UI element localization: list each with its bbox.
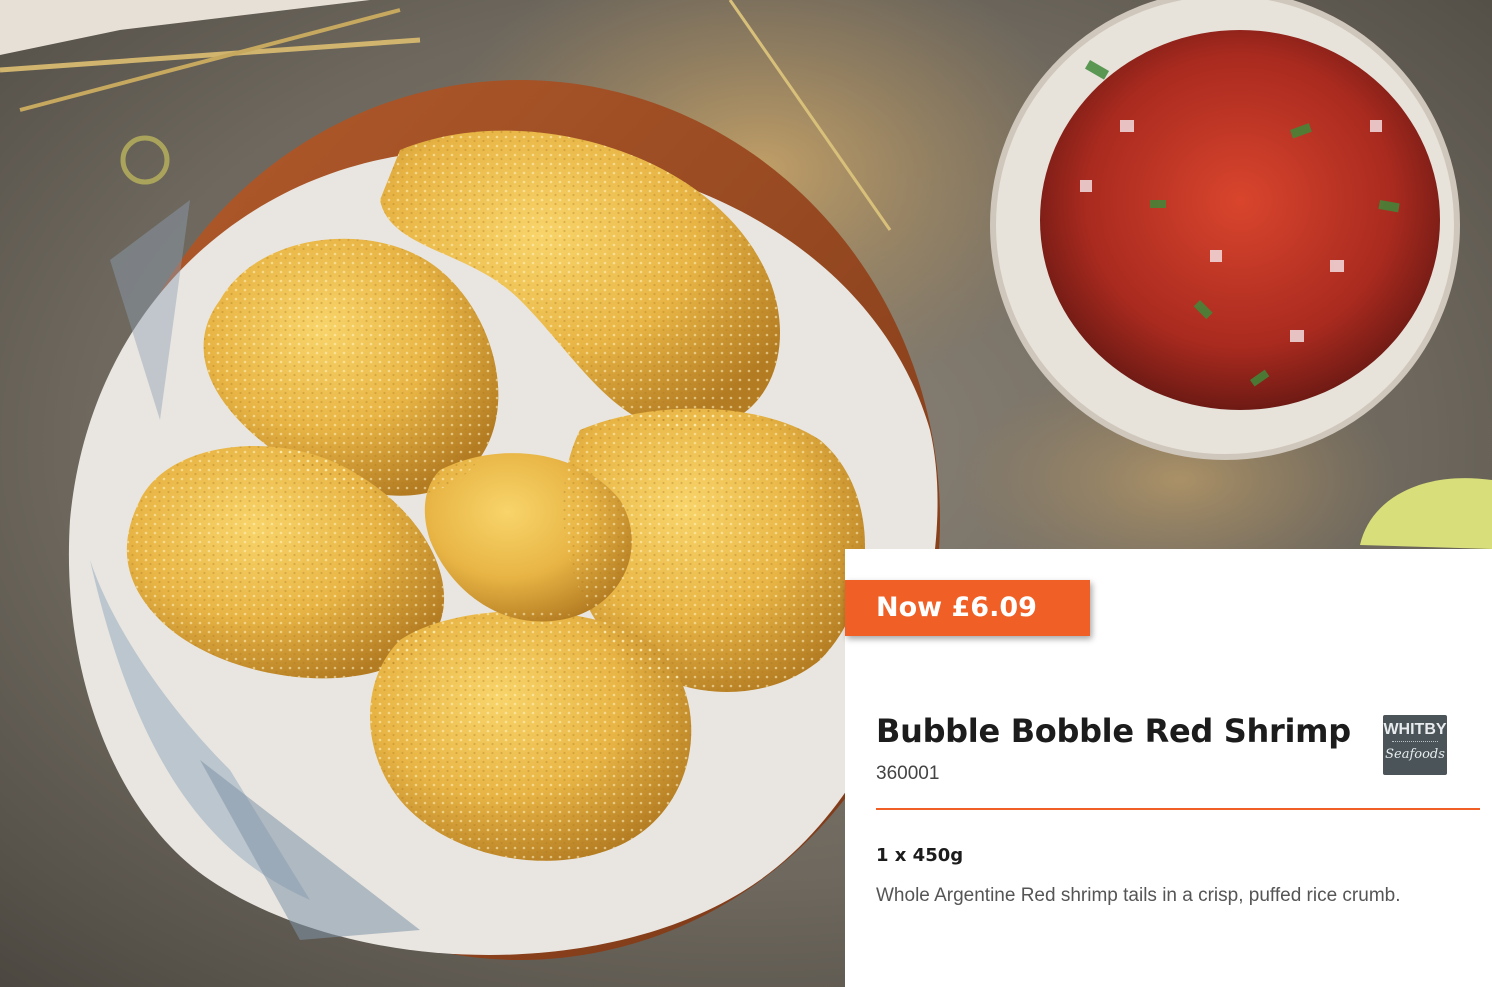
brand-logo-line2: Seafoods (1385, 747, 1445, 762)
brand-logo-divider (1392, 741, 1438, 744)
product-page: Now £6.09 Bubble Bobble Red Shrimp 36000… (0, 0, 1492, 987)
product-info-card: Now £6.09 Bubble Bobble Red Shrimp 36000… (845, 549, 1492, 987)
pack-size: 1 x 450g (876, 845, 964, 866)
brand-logo: WHITBY Seafoods (1383, 715, 1447, 775)
product-name: Bubble Bobble Red Shrimp (876, 712, 1351, 750)
section-divider (876, 808, 1480, 810)
price-tag: Now £6.09 (845, 580, 1090, 636)
product-code: 360001 (876, 763, 940, 784)
product-description: Whole Argentine Red shrimp tails in a cr… (876, 885, 1401, 906)
brand-logo-line1: WHITBY (1383, 721, 1447, 738)
